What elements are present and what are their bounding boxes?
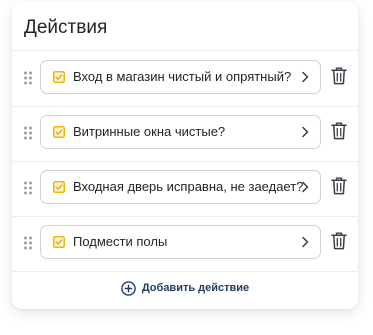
trash-icon[interactable] — [331, 232, 347, 250]
actions-panel: Действия Вход в магазин чистый и опрятны… — [12, 2, 358, 309]
action-label: Витринные окна чистые? — [73, 124, 226, 139]
panel-title: Действия — [24, 17, 108, 38]
divider — [12, 50, 358, 51]
add-action-label: Добавить действие — [141, 282, 250, 294]
chevron-right-icon — [302, 236, 309, 248]
chevron-right-icon — [302, 71, 309, 83]
drag-handle-icon[interactable] — [23, 71, 33, 85]
action-item[interactable]: Входная дверь исправна, не заедает? — [40, 170, 321, 204]
divider — [12, 271, 358, 272]
action-row: Вход в магазин чистый и опрятный? — [12, 52, 358, 106]
action-row: Входная дверь исправна, не заедает? — [12, 162, 358, 216]
action-item[interactable]: Подмести полы — [40, 225, 321, 259]
checkbox-icon — [53, 181, 65, 193]
action-label: Подмести полы — [73, 234, 168, 249]
action-row: Подмести полы — [12, 217, 358, 271]
checkbox-icon — [53, 236, 65, 248]
chevron-right-icon — [302, 181, 309, 193]
plus-circle-icon — [121, 280, 136, 296]
drag-handle-icon[interactable] — [23, 126, 33, 140]
trash-icon[interactable] — [331, 67, 347, 85]
action-row: Витринные окна чистые? — [12, 107, 358, 161]
action-item[interactable]: Вход в магазин чистый и опрятный? — [40, 60, 321, 94]
checkbox-icon — [53, 71, 65, 83]
drag-handle-icon[interactable] — [23, 236, 33, 250]
action-label: Входная дверь исправна, не заедает? — [73, 179, 304, 194]
chevron-right-icon — [302, 126, 309, 138]
checkbox-icon — [53, 126, 65, 138]
trash-icon[interactable] — [331, 177, 347, 195]
action-label: Вход в магазин чистый и опрятный? — [73, 69, 292, 84]
trash-icon[interactable] — [331, 122, 347, 140]
add-action-button[interactable]: Добавить действие — [12, 278, 358, 298]
drag-handle-icon[interactable] — [23, 181, 33, 195]
action-item[interactable]: Витринные окна чистые? — [40, 115, 321, 149]
